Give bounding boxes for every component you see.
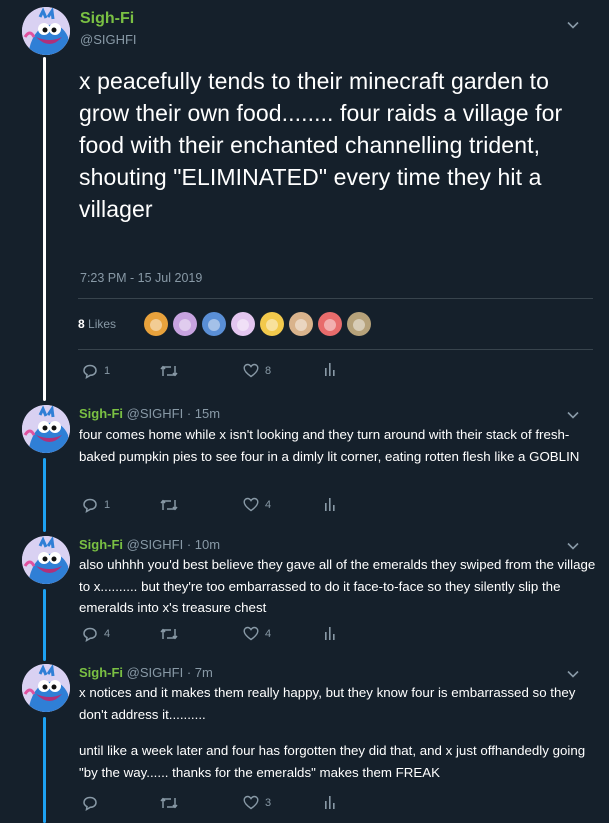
- avatar-image-icon: [22, 536, 70, 584]
- divider: [78, 298, 593, 299]
- like-count: 4: [265, 627, 272, 640]
- analytics-button[interactable]: [324, 362, 336, 376]
- avatar-image-icon: [22, 405, 70, 453]
- avatar-image-icon: [22, 664, 70, 712]
- tweet-age[interactable]: · 7m: [187, 665, 213, 680]
- thread-line: [43, 57, 46, 401]
- reply-count: 1: [104, 499, 111, 511]
- reply-icon: [82, 497, 98, 513]
- liker-avatar[interactable]: [259, 311, 285, 337]
- author-handle[interactable]: @SIGHFI: [127, 406, 184, 421]
- chevron-down-icon[interactable]: [566, 410, 580, 420]
- liker-avatar[interactable]: [230, 311, 256, 337]
- reply-icon: [82, 363, 98, 379]
- liker-avatar[interactable]: [143, 311, 169, 337]
- stats-icon: [324, 626, 336, 640]
- tweet-age[interactable]: · 15m: [187, 406, 220, 421]
- likes-label: Likes: [88, 317, 117, 331]
- reply-text: also uhhhh you'd best believe they gave …: [79, 557, 596, 615]
- reply-text-paragraph-2: until like a week later and four has for…: [79, 743, 586, 780]
- tweet-age[interactable]: · 10m: [187, 537, 220, 552]
- liker-avatar[interactable]: [201, 311, 227, 337]
- analytics-button[interactable]: [324, 795, 336, 809]
- avatar[interactable]: [22, 405, 70, 453]
- author-name[interactable]: Sigh-Fi: [79, 665, 123, 680]
- reply-button[interactable]: 4: [82, 626, 110, 642]
- liker-avatar[interactable]: [288, 311, 314, 337]
- thread-line: [43, 458, 46, 532]
- retweet-button[interactable]: [160, 796, 178, 810]
- liker-avatar[interactable]: [346, 311, 372, 337]
- like-button[interactable]: 8: [243, 363, 271, 378]
- reply-button[interactable]: 1: [82, 363, 110, 379]
- stats-icon: [324, 497, 336, 511]
- retweet-icon: [160, 498, 178, 512]
- author-handle[interactable]: @SIGHFI: [127, 665, 184, 680]
- reply-button[interactable]: 1: [82, 497, 110, 513]
- reply-count: 4: [104, 628, 111, 640]
- thread-line: [43, 589, 46, 661]
- chevron-down-icon[interactable]: [566, 20, 580, 30]
- author-handle[interactable]: @SIGHFI: [127, 537, 184, 552]
- reply-text-paragraph-1: x notices and it makes them really happy…: [79, 685, 576, 722]
- heart-icon: [243, 363, 259, 378]
- tweet-timestamp[interactable]: 7:23 PM - 15 Jul 2019: [80, 271, 202, 285]
- heart-icon: [243, 626, 259, 641]
- analytics-button[interactable]: [324, 626, 336, 640]
- liker-avatars: [143, 311, 372, 337]
- like-button[interactable]: 3: [243, 795, 271, 810]
- like-count: 8: [265, 364, 272, 377]
- analytics-button[interactable]: [324, 497, 336, 511]
- heart-icon: [243, 497, 259, 512]
- divider: [78, 349, 593, 350]
- chevron-down-icon[interactable]: [566, 541, 580, 551]
- chevron-down-icon[interactable]: [566, 669, 580, 679]
- retweet-icon: [160, 796, 178, 810]
- stats-icon: [324, 795, 336, 809]
- reply-header: Sigh-Fi @SIGHFI · 10m: [79, 537, 220, 552]
- avatar[interactable]: [22, 536, 70, 584]
- likes-number: 8: [78, 317, 85, 331]
- like-button[interactable]: 4: [243, 497, 271, 512]
- liker-avatar[interactable]: [317, 311, 343, 337]
- retweet-icon: [160, 627, 178, 641]
- author-name[interactable]: Sigh-Fi: [79, 537, 123, 552]
- retweet-button[interactable]: [160, 627, 178, 641]
- reply-text: four comes home while x isn't looking an…: [79, 427, 580, 464]
- retweet-button[interactable]: [160, 498, 178, 512]
- author-handle[interactable]: @SIGHFI: [80, 32, 137, 47]
- like-count: 3: [265, 796, 272, 809]
- author-name[interactable]: Sigh-Fi: [80, 10, 134, 28]
- reply-button[interactable]: [82, 795, 98, 811]
- avatar-image-icon: [22, 7, 70, 55]
- likes-count[interactable]: 8 Likes: [78, 317, 116, 331]
- thread-line: [43, 717, 46, 823]
- like-button[interactable]: 4: [243, 626, 271, 641]
- like-count: 4: [265, 498, 272, 511]
- retweet-icon: [160, 364, 178, 378]
- tweet-text: x peacefully tends to their minecraft ga…: [79, 68, 563, 222]
- retweet-button[interactable]: [160, 364, 178, 378]
- author-name[interactable]: Sigh-Fi: [79, 406, 123, 421]
- reply-header: Sigh-Fi @SIGHFI · 15m: [79, 406, 220, 421]
- reply-icon: [82, 795, 98, 811]
- stats-icon: [324, 362, 336, 376]
- reply-count: 1: [104, 365, 111, 377]
- avatar[interactable]: [22, 7, 70, 55]
- reply-icon: [82, 626, 98, 642]
- avatar[interactable]: [22, 664, 70, 712]
- liker-avatar[interactable]: [172, 311, 198, 337]
- heart-icon: [243, 795, 259, 810]
- reply-header: Sigh-Fi @SIGHFI · 7m: [79, 665, 213, 680]
